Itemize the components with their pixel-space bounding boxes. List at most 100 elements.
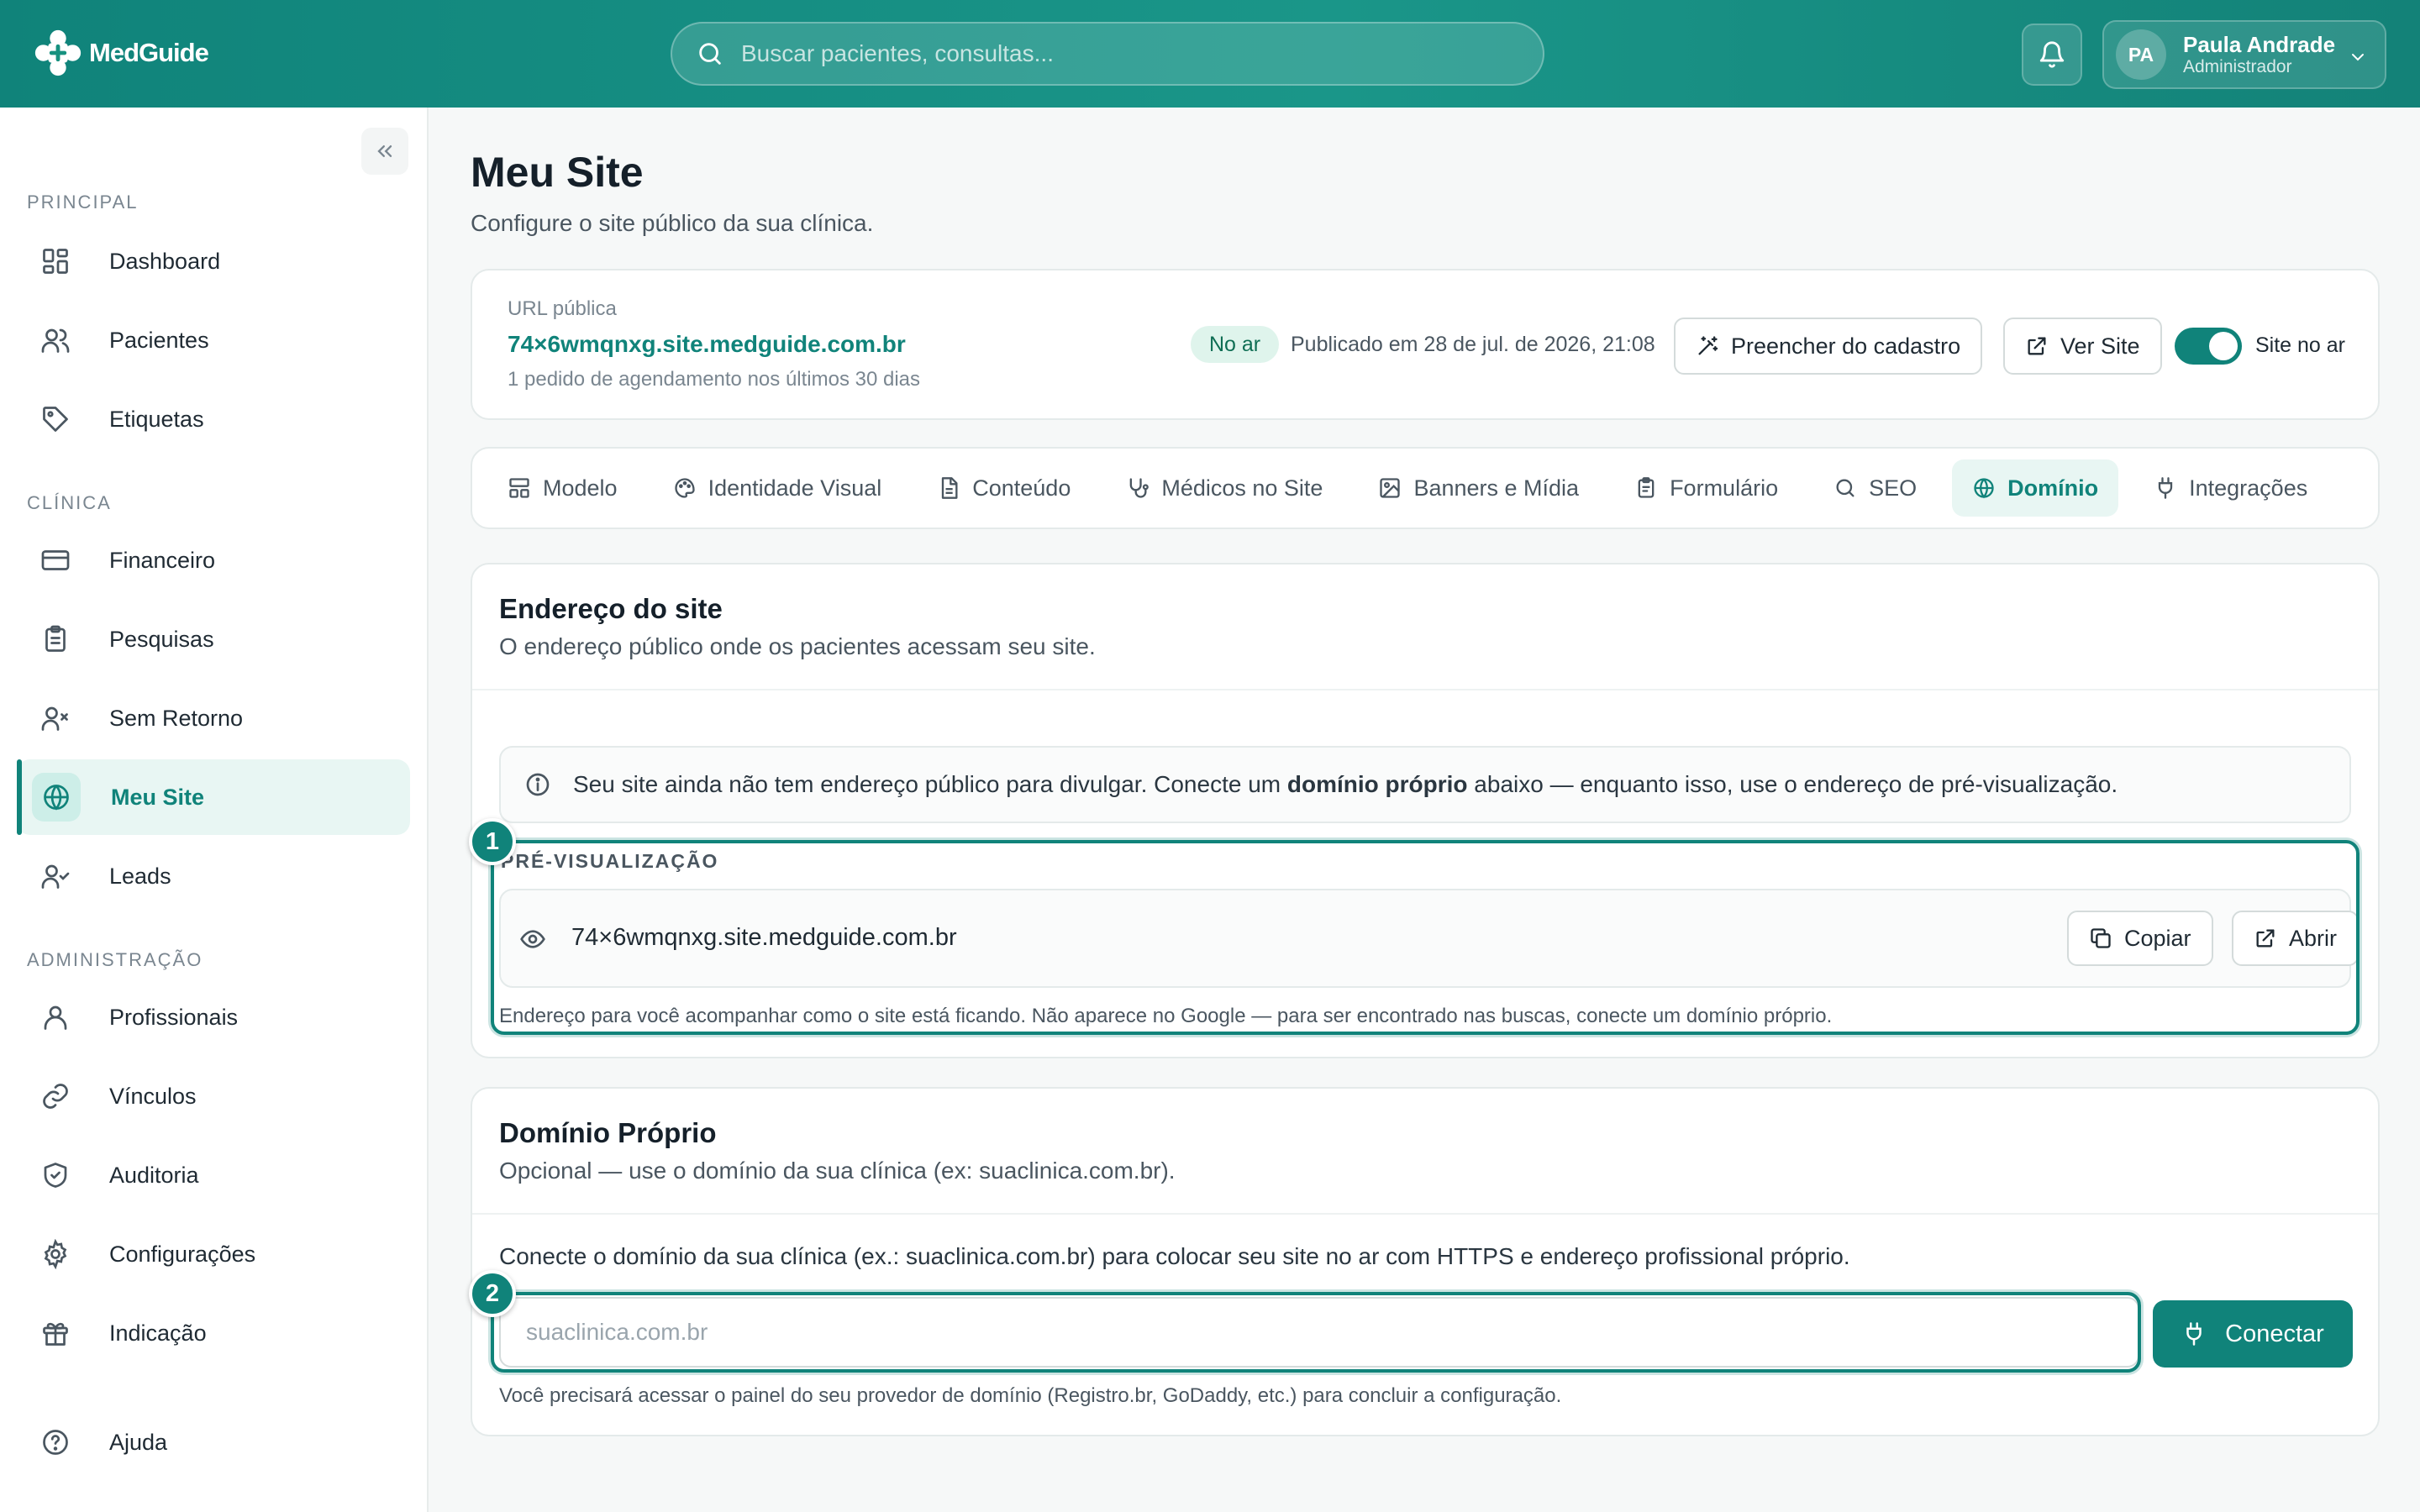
custom-domain-description: Conecte o domínio da sua clínica (ex.: s… bbox=[499, 1243, 1850, 1269]
sidebar-item-dashboard[interactable]: Dashboard bbox=[17, 223, 410, 299]
sidebar-item-vinculos[interactable]: Vínculos bbox=[17, 1058, 410, 1134]
sidebar-item-label: Sem Retorno bbox=[109, 705, 244, 731]
magic-wand-icon bbox=[1698, 336, 1718, 355]
search-input[interactable] bbox=[741, 40, 1497, 67]
user-name: Paula Andrade bbox=[2183, 32, 2336, 57]
sidebar-item-label: Pesquisas bbox=[109, 626, 214, 652]
clipboard-list-icon bbox=[1638, 477, 1655, 498]
stethoscope-icon bbox=[1130, 478, 1150, 498]
fill-from-registry-button[interactable]: Preencher do cadastro bbox=[1674, 318, 1983, 375]
palette-icon bbox=[674, 478, 695, 498]
section-label-administracao: ADMINISTRAÇÃO bbox=[27, 949, 203, 970]
step-marker-1: 1 bbox=[469, 818, 516, 865]
sidebar-item-meu-site[interactable]: Meu Site bbox=[17, 759, 410, 835]
sidebar-item-label: Etiquetas bbox=[109, 406, 204, 432]
globe-icon bbox=[44, 785, 69, 811]
tab-label: Conteúdo bbox=[972, 475, 1071, 501]
tab-formulario[interactable]: Formulário bbox=[1614, 459, 1798, 517]
search-bar[interactable] bbox=[671, 22, 1544, 86]
divider bbox=[472, 689, 2378, 690]
sidebar-item-label: Pacientes bbox=[109, 327, 209, 353]
sidebar-item-label: Vínculos bbox=[109, 1083, 197, 1109]
sidebar-item-sem-retorno[interactable]: Sem Retorno bbox=[17, 680, 410, 756]
sidebar-item-label: Leads bbox=[109, 863, 171, 889]
tab-seo[interactable]: SEO bbox=[1813, 459, 1937, 517]
tab-label: SEO bbox=[1869, 475, 1918, 501]
search-icon bbox=[699, 43, 721, 65]
user-check-icon bbox=[41, 864, 70, 889]
user-x-icon bbox=[41, 706, 68, 731]
tab-label: Domínio bbox=[2007, 475, 2099, 501]
sidebar-item-label: Configurações bbox=[109, 1241, 256, 1267]
site-address-subtitle: O endereço público onde os pacientes ace… bbox=[499, 633, 1096, 659]
sidebar-item-financeiro[interactable]: Financeiro bbox=[17, 522, 410, 598]
medguide-logo-icon bbox=[34, 29, 82, 76]
connect-label: Conectar bbox=[2225, 1320, 2324, 1347]
sidebar-item-auditoria[interactable]: Auditoria bbox=[17, 1137, 410, 1213]
layout-icon bbox=[509, 478, 529, 498]
page-subtitle: Configure o site público da sua clínica. bbox=[471, 210, 874, 236]
tab-integracoes[interactable]: Integrações bbox=[2133, 459, 2328, 517]
top-bar: MedGuide PA Paula Andrade Administrador bbox=[0, 0, 2420, 108]
sidebar-item-pacientes[interactable]: Pacientes bbox=[17, 302, 410, 378]
view-site-button[interactable]: Ver Site bbox=[2003, 318, 2162, 375]
clipboard-icon bbox=[45, 625, 66, 652]
highlight-domain-input bbox=[491, 1292, 2141, 1373]
site-address-title: Endereço do site bbox=[499, 593, 723, 624]
sidebar-item-leads[interactable]: Leads bbox=[17, 838, 410, 914]
site-online-toggle[interactable] bbox=[2175, 328, 2242, 365]
connect-button[interactable]: Conectar bbox=[2153, 1300, 2353, 1368]
collapse-sidebar-button[interactable] bbox=[361, 128, 408, 175]
sidebar-item-indicacao[interactable]: Indicação bbox=[17, 1295, 410, 1371]
tab-banners-e-midia[interactable]: Banners e Mídia bbox=[1358, 459, 1599, 517]
chevrons-left-icon bbox=[377, 145, 392, 157]
sidebar-item-pesquisas[interactable]: Pesquisas bbox=[17, 601, 410, 677]
status-badge: No ar bbox=[1191, 326, 1280, 363]
url-meta: 1 pedido de agendamento nos últimos 30 d… bbox=[508, 368, 921, 391]
divider bbox=[472, 1213, 2378, 1215]
highlight-preview bbox=[491, 840, 2360, 1035]
tab-conteudo[interactable]: Conteúdo bbox=[917, 459, 1091, 517]
users-icon bbox=[41, 328, 70, 353]
tag-icon bbox=[43, 407, 68, 432]
site-online-label: Site no ar bbox=[2255, 333, 2346, 357]
notifications-button[interactable] bbox=[2022, 24, 2082, 86]
public-url-link[interactable]: 74×6wmqnxg.site.medguide.com.br bbox=[508, 331, 906, 358]
custom-domain-title: Domínio Próprio bbox=[499, 1117, 717, 1148]
tab-modelo[interactable]: Modelo bbox=[487, 459, 638, 517]
sidebar-item-etiquetas[interactable]: Etiquetas bbox=[17, 381, 410, 457]
bell-icon bbox=[2039, 41, 2065, 68]
credit-card-icon bbox=[41, 550, 70, 570]
avatar: PA bbox=[2116, 29, 2166, 80]
tab-label: Médicos no Site bbox=[1161, 475, 1323, 501]
user-menu[interactable]: PA Paula Andrade Administrador bbox=[2102, 20, 2386, 89]
sidebar-item-label: Ajuda bbox=[109, 1429, 168, 1455]
sidebar-item-ajuda[interactable]: Ajuda bbox=[17, 1404, 410, 1480]
sidebar-item-label: Indicação bbox=[109, 1320, 207, 1346]
tab-label: Integrações bbox=[2189, 475, 2308, 501]
url-label: URL pública bbox=[508, 297, 617, 320]
published-date: Publicado em 28 de jul. de 2026, 21:08 bbox=[1291, 333, 1655, 356]
view-site-label: Ver Site bbox=[2060, 333, 2140, 359]
logo[interactable]: MedGuide bbox=[32, 25, 209, 81]
tab-label: Identidade Visual bbox=[708, 475, 882, 501]
fill-from-registry-label: Preencher do cadastro bbox=[1731, 333, 1961, 359]
sidebar-item-profissionais[interactable]: Profissionais bbox=[17, 979, 410, 1055]
sidebar: PRINCIPAL Dashboard Pacientes Etiquetas … bbox=[0, 108, 429, 1512]
gear-icon bbox=[44, 1239, 67, 1269]
tab-label: Banners e Mídia bbox=[1413, 475, 1580, 501]
user-role: Administrador bbox=[2183, 57, 2292, 76]
tab-identidade-visual[interactable]: Identidade Visual bbox=[653, 459, 902, 517]
sidebar-item-label: Profissionais bbox=[109, 1004, 239, 1030]
file-text-icon bbox=[942, 477, 958, 499]
plug-icon bbox=[2158, 477, 2173, 499]
sidebar-item-configuracoes[interactable]: Configurações bbox=[17, 1216, 410, 1292]
layout-dashboard-icon bbox=[43, 249, 68, 274]
custom-domain-card: Domínio Próprio Opcional — use o domínio… bbox=[471, 1087, 2380, 1436]
user-icon bbox=[44, 1005, 67, 1030]
globe-icon bbox=[1974, 478, 1994, 499]
tab-dominio[interactable]: Domínio bbox=[1952, 459, 2119, 517]
tab-medicos-no-site[interactable]: Médicos no Site bbox=[1106, 459, 1343, 517]
info-text: Seu site ainda não tem endereço público … bbox=[573, 771, 2118, 797]
sidebar-item-label: Meu Site bbox=[111, 784, 205, 810]
